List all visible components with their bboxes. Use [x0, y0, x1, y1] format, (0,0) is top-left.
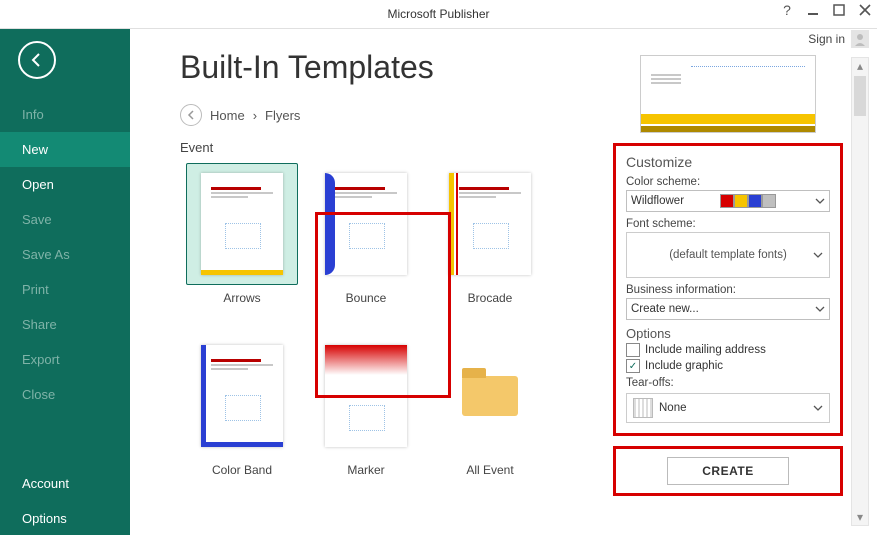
annotation-highlight	[315, 212, 451, 398]
tearoffs-value: None	[659, 402, 687, 414]
color-scheme-label: Color scheme:	[626, 176, 830, 188]
customize-heading: Customize	[626, 154, 830, 170]
chevron-right-icon: ›	[253, 108, 257, 123]
business-info-label: Business information:	[626, 284, 830, 296]
nav-item-save[interactable]: Save	[0, 202, 130, 237]
nav-item-print[interactable]: Print	[0, 272, 130, 307]
help-icon[interactable]: ?	[779, 2, 795, 18]
font-scheme-label: Font scheme:	[626, 218, 830, 230]
options-heading: Options	[626, 326, 830, 341]
template-color-band[interactable]: Color Band	[180, 335, 304, 477]
chevron-down-icon	[815, 196, 825, 206]
breadcrumb-flyers[interactable]: Flyers	[265, 108, 300, 123]
back-button[interactable]	[18, 41, 56, 79]
business-info-select[interactable]: Create new...	[626, 298, 830, 320]
include-graphic-checkbox[interactable]: ✓ Include graphic	[626, 359, 830, 373]
minimize-icon[interactable]	[805, 2, 821, 18]
nav-item-save-as[interactable]: Save As	[0, 237, 130, 272]
font-scheme-value: (default template fonts)	[669, 249, 787, 261]
template-label: Arrows	[180, 291, 304, 305]
template-preview	[640, 55, 816, 133]
app-title: Microsoft Publisher	[0, 7, 877, 21]
template-arrows[interactable]: Arrows	[180, 163, 304, 305]
create-row: CREATE	[613, 446, 843, 496]
color-swatch	[762, 194, 776, 208]
color-swatch	[720, 194, 734, 208]
nav-item-options[interactable]: Options	[0, 501, 130, 535]
checkbox-icon	[626, 343, 640, 357]
breadcrumb-home[interactable]: Home	[210, 108, 245, 123]
template-thumbnail	[186, 335, 298, 457]
tearoffs-label: Tear-offs:	[626, 377, 830, 389]
checkbox-icon: ✓	[626, 359, 640, 373]
color-swatch	[734, 194, 748, 208]
backstage-sidebar: InfoNewOpenSaveSave AsPrintShareExportCl…	[0, 29, 130, 535]
color-scheme-select[interactable]: Wildflower	[626, 190, 830, 212]
include-mailing-checkbox[interactable]: Include mailing address	[626, 343, 830, 357]
sign-in-link[interactable]: Sign in	[808, 32, 845, 46]
create-button[interactable]: CREATE	[667, 457, 789, 485]
chevron-down-icon	[815, 304, 825, 314]
breadcrumb-back-icon[interactable]	[180, 104, 202, 126]
template-thumbnail	[186, 163, 298, 285]
nav-item-share[interactable]: Share	[0, 307, 130, 342]
include-graphic-label: Include graphic	[645, 360, 723, 372]
include-mailing-label: Include mailing address	[645, 344, 766, 356]
nav-item-new[interactable]: New	[0, 132, 130, 167]
chevron-down-icon	[813, 403, 823, 413]
business-info-value: Create new...	[631, 303, 699, 315]
nav-item-info[interactable]: Info	[0, 97, 130, 132]
template-label: Marker	[304, 463, 428, 477]
nav-item-open[interactable]: Open	[0, 167, 130, 202]
chevron-down-icon	[813, 250, 823, 260]
scroll-down-icon[interactable]: ▾	[852, 509, 868, 525]
nav-item-close[interactable]: Close	[0, 377, 130, 412]
tearoffs-select[interactable]: None	[626, 393, 830, 423]
tearoff-icon	[633, 398, 653, 418]
scroll-up-icon[interactable]: ▴	[852, 58, 868, 74]
nav-item-export[interactable]: Export	[0, 342, 130, 377]
template-label: All Event	[428, 463, 552, 477]
nav-item-account[interactable]: Account	[0, 466, 130, 501]
font-scheme-select[interactable]: (default template fonts)	[626, 232, 830, 278]
avatar-icon[interactable]	[851, 30, 869, 48]
scrollbar[interactable]: ▴ ▾	[851, 57, 869, 526]
customize-panel: Customize Color scheme: Wildflower Font …	[613, 143, 843, 436]
maximize-icon[interactable]	[831, 2, 847, 18]
color-scheme-value: Wildflower	[631, 195, 684, 207]
template-label: Color Band	[180, 463, 304, 477]
close-icon[interactable]	[857, 2, 873, 18]
color-swatch	[748, 194, 762, 208]
scroll-thumb[interactable]	[854, 76, 866, 116]
